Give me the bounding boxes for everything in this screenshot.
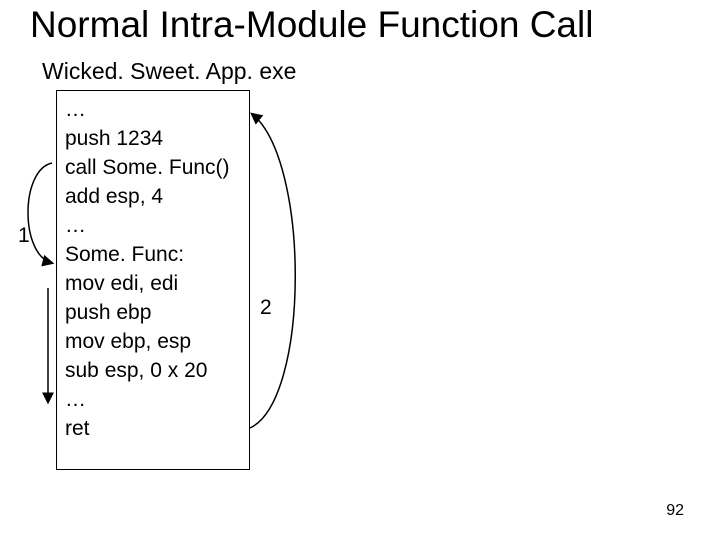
code-line: Some. Func: [65,240,241,269]
code-line: mov ebp, esp [65,327,241,356]
code-line: mov edi, edi [65,269,241,298]
code-line: push 1234 [65,124,241,153]
code-line: … [65,95,241,124]
slide-title: Normal Intra-Module Function Call [30,4,593,46]
module-name: Wicked. Sweet. App. exe [42,58,296,85]
page-number: 92 [666,502,684,520]
code-line: add esp, 4 [65,182,241,211]
code-box: … push 1234 call Some. Func() add esp, 4… [56,90,250,470]
code-line: sub esp, 0 x 20 [65,356,241,385]
arrow-label-1: 1 [18,224,30,248]
code-line: … [65,211,241,240]
code-line: push ebp [65,298,241,327]
code-line: call Some. Func() [65,153,241,182]
arrow-label-2: 2 [260,296,272,320]
code-line: … [65,385,241,414]
code-line: ret [65,414,241,443]
